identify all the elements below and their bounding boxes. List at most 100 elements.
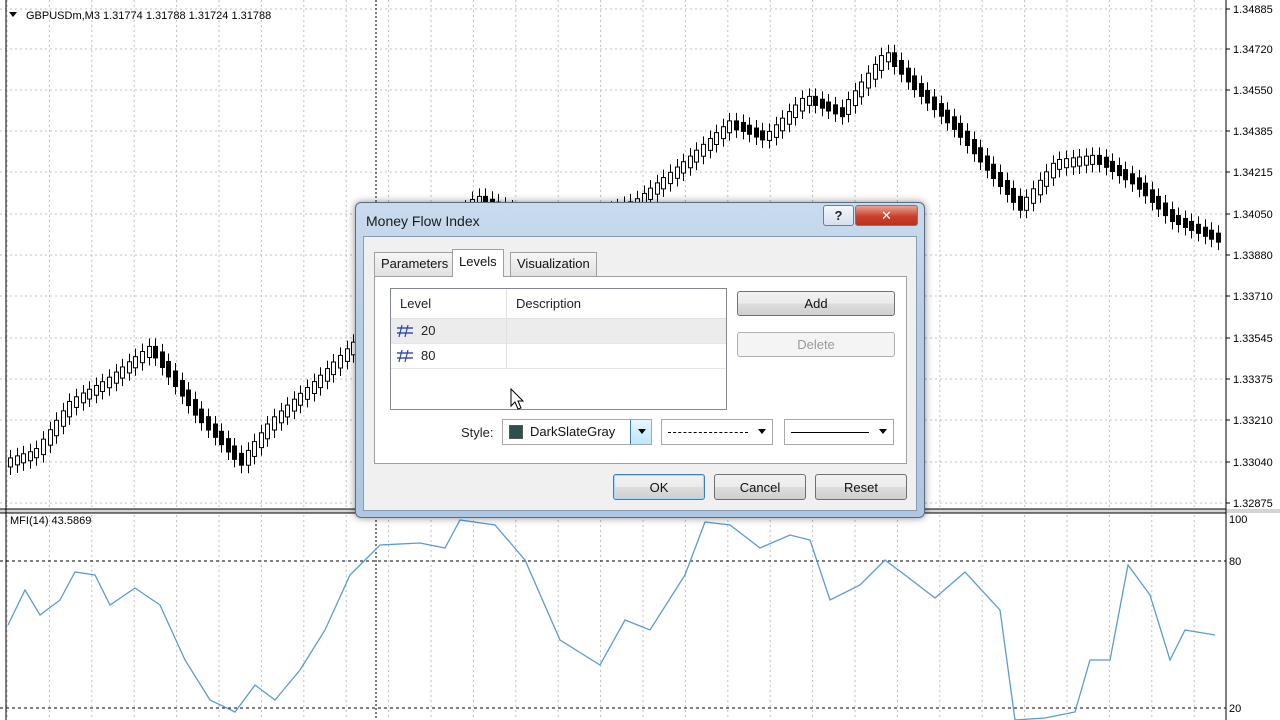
mouse-cursor-icon (510, 388, 525, 410)
indicator-level-label: 20 (1229, 703, 1241, 715)
level-cell[interactable]: 80 (391, 344, 507, 368)
candle-body (1196, 223, 1201, 234)
candle-body (338, 354, 343, 369)
help-button[interactable]: ? (823, 205, 854, 226)
description-cell[interactable] (508, 319, 726, 343)
candle-body (787, 111, 792, 125)
candle-body (1150, 189, 1155, 203)
candle-body (147, 345, 152, 359)
price-label: 1.33210 (1233, 415, 1273, 427)
candle-body (199, 408, 204, 424)
candle-body (694, 149, 699, 163)
candle-body (127, 361, 132, 374)
table-row[interactable]: 20 (391, 319, 726, 343)
candle-body (675, 166, 680, 179)
column-header-description[interactable]: Description (508, 289, 726, 318)
tab-levels[interactable]: Levels (452, 249, 504, 277)
candle-body (1018, 195, 1023, 211)
add-button[interactable]: Add (737, 291, 895, 316)
price-label: 1.34050 (1233, 209, 1273, 221)
candle-body (1163, 202, 1168, 217)
candle-body (1090, 154, 1095, 165)
level-cell[interactable]: 20 (391, 319, 507, 343)
candle-body (100, 381, 105, 392)
candle-body (285, 404, 290, 418)
candle-body (906, 67, 911, 83)
mfi-indicator-series (7, 519, 1216, 720)
line-style-select[interactable] (661, 419, 773, 445)
candle-body (688, 155, 693, 169)
candle-body (61, 410, 66, 427)
table-row[interactable]: 80 (391, 344, 726, 368)
candle-body (298, 392, 303, 406)
price-label: 1.33710 (1233, 291, 1273, 303)
candle-body (1170, 209, 1175, 223)
chevron-down-icon (638, 429, 646, 434)
candle-body (325, 368, 330, 382)
color-select[interactable]: DarkSlateGray (502, 419, 652, 445)
candle-body (780, 117, 785, 132)
candle-body (1031, 188, 1036, 204)
dashed-line-icon (668, 432, 748, 433)
candle-body (1064, 158, 1069, 169)
line-width-select[interactable] (784, 419, 894, 445)
candle-body (1209, 229, 1214, 240)
candle-body (1077, 156, 1082, 167)
candle-body (813, 95, 818, 106)
candle-body (853, 90, 858, 107)
candle-body (1104, 156, 1109, 168)
candle-body (180, 380, 185, 397)
candle-body (655, 182, 660, 195)
candle-body (919, 83, 924, 97)
candle-body (1097, 154, 1102, 165)
indicator-info: MFI(14) 43.5869 (10, 515, 91, 527)
candle-body (866, 72, 871, 89)
candle-body (41, 438, 46, 456)
candle-body (1011, 187, 1016, 203)
candle-body (939, 103, 944, 117)
solid-line-icon (791, 432, 869, 433)
candle-body (259, 432, 264, 449)
candle-body (760, 130, 765, 141)
candle-body (846, 99, 851, 115)
reset-button[interactable]: Reset (815, 474, 907, 500)
description-cell[interactable] (508, 344, 726, 368)
price-label: 1.33375 (1233, 374, 1273, 386)
candle-body (1130, 173, 1135, 185)
candle-body (892, 52, 897, 67)
candle-body (952, 116, 957, 130)
delete-button[interactable]: Delete (737, 332, 895, 357)
cancel-button[interactable]: Cancel (714, 474, 806, 500)
candle-body (1071, 157, 1076, 168)
candle-body (1038, 179, 1043, 196)
price-label: 1.33545 (1233, 333, 1273, 345)
collapse-arrow-icon[interactable] (9, 12, 17, 17)
candle-body (859, 81, 864, 98)
candle-body (800, 97, 805, 112)
candle-body (219, 430, 224, 446)
ok-button[interactable]: OK (613, 474, 705, 500)
candle-body (708, 137, 713, 151)
close-button[interactable]: ✕ (855, 205, 918, 226)
column-header-level[interactable]: Level (391, 289, 507, 318)
candle-body (305, 386, 310, 400)
candle-body (721, 126, 726, 140)
candle-body (701, 143, 706, 157)
candle-body (793, 104, 798, 119)
candle-body (193, 399, 198, 416)
candle-body (1005, 180, 1010, 195)
candle-body (886, 52, 891, 63)
tab-visualization[interactable]: Visualization (510, 252, 597, 276)
candle-body (932, 96, 937, 111)
candle-body (958, 122, 963, 138)
color-dropdown-button[interactable] (630, 420, 651, 444)
price-label: 1.32875 (1233, 498, 1273, 510)
candle-body (166, 360, 171, 378)
candle-body (747, 124, 752, 135)
chevron-down-icon (758, 429, 766, 434)
candle-body (318, 374, 323, 389)
tab-parameters[interactable]: Parameters (374, 252, 456, 276)
levels-table[interactable]: Level Description 20 80 (390, 288, 727, 410)
candle-body (1024, 196, 1029, 211)
candle-body (67, 400, 72, 418)
